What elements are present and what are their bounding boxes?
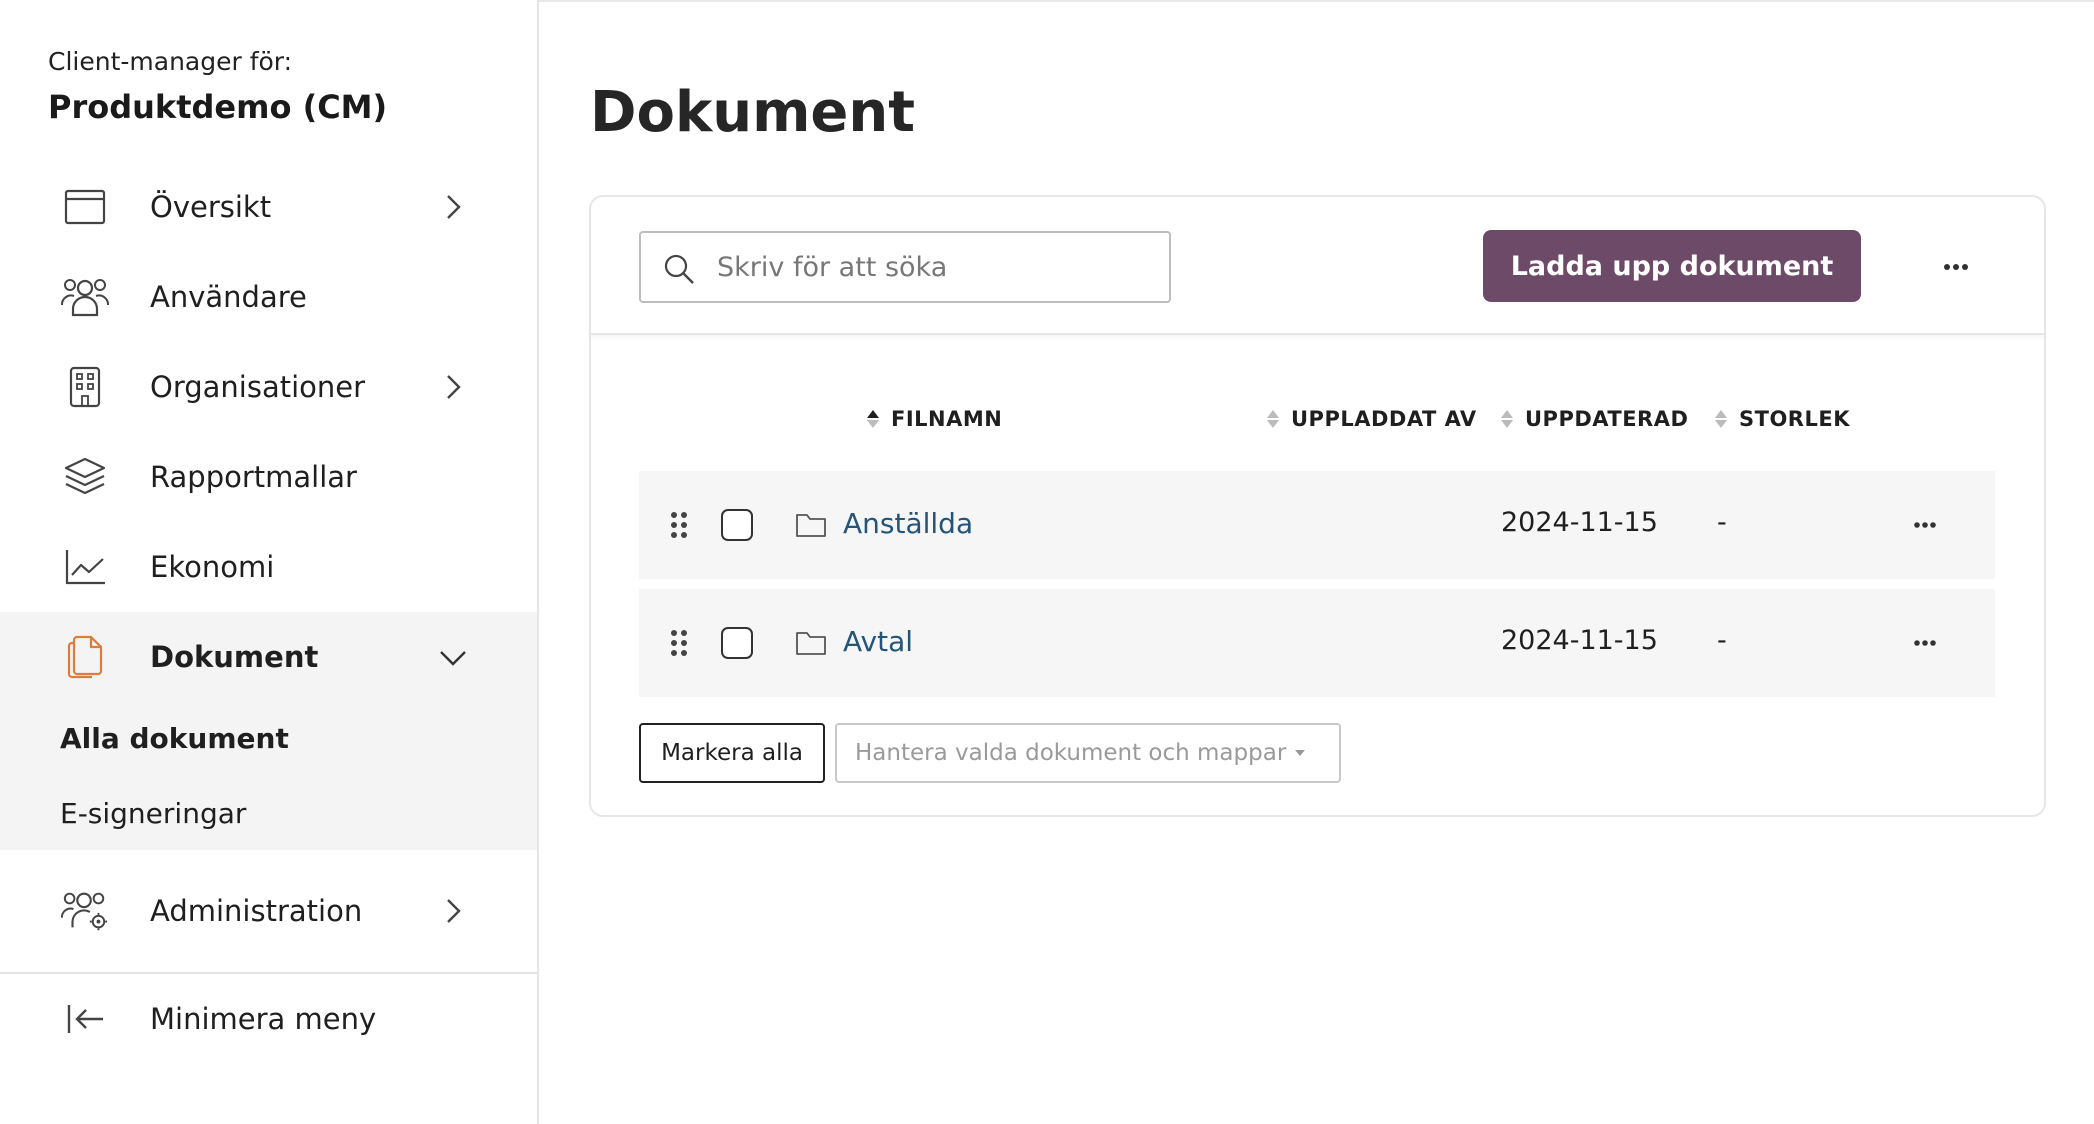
sidebar-subitem-alla-dokument[interactable]: Alla dokument [60, 722, 289, 755]
sidebar-item-administration[interactable]: Administration [0, 866, 537, 956]
column-header-label: FILNAMN [891, 407, 1003, 431]
sidebar-item-rapportmallar[interactable]: Rapportmallar [0, 432, 537, 522]
sidebar-item-anvandare[interactable]: Användare [0, 252, 537, 342]
sort-asc-icon [867, 410, 879, 428]
page-title: Dokument [590, 80, 916, 145]
sort-icon [1715, 410, 1727, 428]
column-header-updated[interactable]: UPPDATERAD [1499, 407, 1688, 431]
sidebar: Client-manager för: Produktdemo (CM) Öve… [0, 0, 539, 1124]
search-icon [664, 254, 694, 284]
manage-selected-dropdown[interactable]: Hantera valda dokument och mappar [835, 723, 1341, 783]
column-header-label: STORLEK [1739, 407, 1850, 431]
folder-icon [796, 514, 826, 537]
chart-line-icon [60, 542, 110, 592]
client-label: Client-manager för: [48, 47, 293, 76]
more-options-icon[interactable] [1931, 247, 1981, 287]
collapse-menu-label: Minimera meny [150, 1002, 377, 1036]
table-row[interactable]: Avtal 2024-11-15 - [639, 589, 1995, 697]
documents-card: Ladda upp dokument FILNAMN UPPLADDAT AV … [589, 195, 2046, 817]
updated-date: 2024-11-15 [1501, 507, 1658, 538]
manage-selected-label: Hantera valda dokument och mappar [855, 740, 1287, 766]
sidebar-subitem-e-signeringar[interactable]: E-signeringar [60, 797, 246, 830]
chevron-down-icon [440, 651, 466, 666]
users-icon [60, 272, 110, 322]
top-border [539, 0, 2094, 2]
file-name-link[interactable]: Anställda [843, 507, 973, 540]
column-header-label: UPPDATERAD [1525, 407, 1689, 431]
column-header-filename[interactable]: FILNAMN [865, 407, 1002, 431]
users-gear-icon [60, 886, 110, 936]
sidebar-item-label: Användare [150, 280, 307, 314]
row-more-options-icon[interactable] [1905, 623, 1945, 663]
row-more-options-icon[interactable] [1905, 505, 1945, 545]
sidebar-item-label: Översikt [150, 190, 272, 224]
updated-date: 2024-11-15 [1501, 625, 1658, 656]
file-size: - [1717, 625, 1727, 656]
drag-handle-icon[interactable] [669, 511, 689, 539]
building-icon [60, 362, 110, 412]
sidebar-item-label: Organisationer [150, 370, 366, 404]
sidebar-item-label: Rapportmallar [150, 460, 357, 494]
sort-icon [1267, 410, 1279, 428]
sidebar-item-organisationer[interactable]: Organisationer [0, 342, 537, 432]
file-name-link[interactable]: Avtal [843, 625, 913, 658]
sort-icon [1501, 410, 1513, 428]
documents-icon [60, 632, 110, 682]
chevron-right-icon [447, 375, 461, 399]
column-header-label: UPPLADDAT AV [1291, 407, 1477, 431]
upload-document-button[interactable]: Ladda upp dokument [1483, 230, 1861, 302]
card-toolbar: Ladda upp dokument [591, 197, 2044, 335]
sidebar-item-label: Administration [150, 894, 363, 928]
sidebar-item-label: Ekonomi [150, 550, 275, 584]
chevron-right-icon [447, 899, 461, 923]
client-name: Produktdemo (CM) [48, 88, 388, 126]
column-header-uploaded-by[interactable]: UPPLADDAT AV [1265, 407, 1477, 431]
layers-icon [60, 452, 110, 502]
table-row[interactable]: Anställda 2024-11-15 - [639, 471, 1995, 579]
sidebar-item-ekonomi[interactable]: Ekonomi [0, 522, 537, 612]
file-size: - [1717, 507, 1727, 538]
search-box [639, 231, 1171, 303]
row-checkbox[interactable] [721, 509, 753, 541]
row-checkbox[interactable] [721, 627, 753, 659]
search-input[interactable] [717, 243, 1157, 291]
folder-icon [796, 632, 826, 655]
collapse-left-icon [60, 994, 110, 1044]
caret-down-icon [1295, 750, 1306, 756]
collapse-menu-button[interactable]: Minimera meny [0, 974, 537, 1064]
sidebar-item-oversikt[interactable]: Översikt [0, 162, 537, 252]
sidebar-item-dokument[interactable]: Dokument [0, 612, 537, 702]
sidebar-item-label: Dokument [150, 640, 319, 674]
column-header-size[interactable]: STORLEK [1713, 407, 1850, 431]
drag-handle-icon[interactable] [669, 629, 689, 657]
chevron-right-icon [447, 195, 461, 219]
documents-group: Dokument Alla dokument E-signeringar [0, 612, 537, 850]
select-all-button[interactable]: Markera alla [639, 723, 825, 783]
window-icon [60, 182, 110, 232]
